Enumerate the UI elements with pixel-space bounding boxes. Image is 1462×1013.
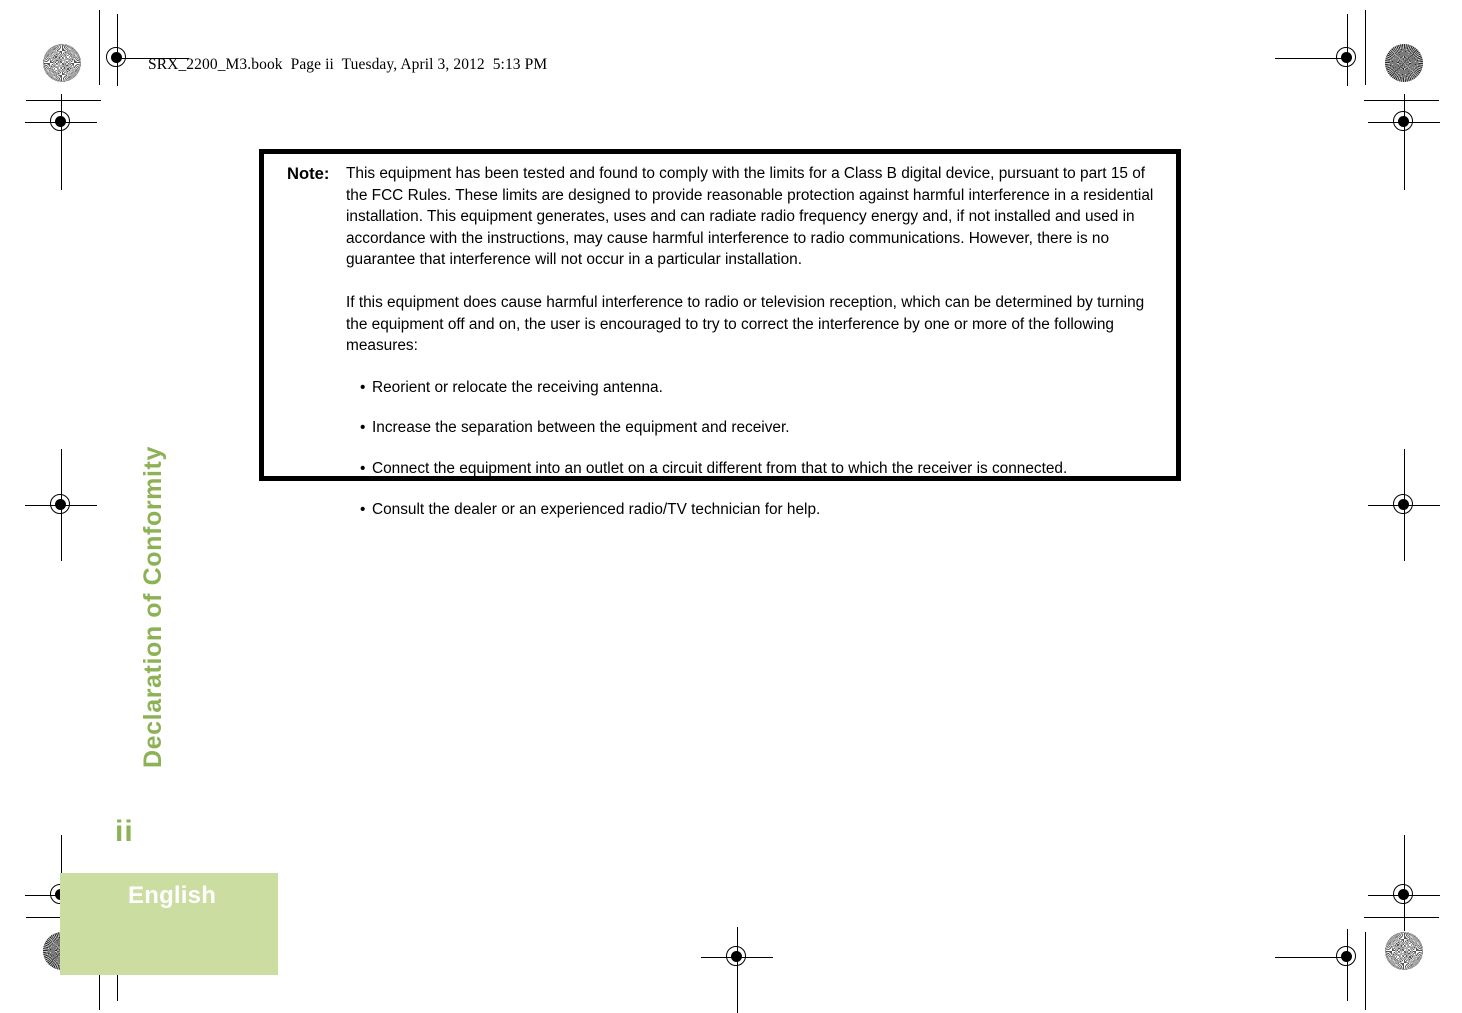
- registration-rosette-top-left: [43, 44, 81, 82]
- trim-line-right-vertical-bottom: [1365, 932, 1366, 1010]
- trim-line-bottom-right-horizontal: [1364, 917, 1439, 918]
- registration-rosette-bottom-right: [1385, 932, 1423, 970]
- trim-line-bottom-center-vertical: [737, 978, 738, 1013]
- list-item: • Consult the dealer or an experienced r…: [360, 499, 1162, 521]
- list-item: • Connect the equipment into an outlet o…: [360, 458, 1162, 480]
- bullet-icon: •: [360, 459, 366, 477]
- bullet-icon: •: [360, 378, 366, 396]
- page-number: ii: [115, 815, 134, 848]
- fcc-remedy-list: • Reorient or relocate the receiving ant…: [287, 377, 1162, 520]
- list-item: • Reorient or relocate the receiving ant…: [360, 377, 1162, 399]
- note-label: Note:: [287, 164, 330, 183]
- list-item-text: Consult the dealer or an experienced rad…: [372, 500, 821, 518]
- printed-page: SRX_2200_M3.book Page ii Tuesday, April …: [0, 0, 1462, 1013]
- book-slug-line: SRX_2200_M3.book Page ii Tuesday, April …: [148, 56, 548, 73]
- fcc-note-box: Note: This equipment has been tested and…: [259, 149, 1181, 518]
- list-item: • Increase the separation between the eq…: [360, 417, 1162, 439]
- trim-line-right-vertical: [1365, 10, 1366, 85]
- chapter-side-title: Declaration of Conformity: [139, 446, 167, 768]
- bullet-icon: •: [360, 500, 366, 518]
- registration-rosette-top-right: [1385, 44, 1423, 82]
- fcc-note-content: Note: This equipment has been tested and…: [264, 154, 1176, 520]
- trim-line-left-vertical: [99, 10, 100, 85]
- language-label: English: [128, 882, 217, 909]
- fcc-note-paragraph-2: If this equipment does cause harmful int…: [346, 293, 1145, 355]
- trim-line-top-left-horizontal: [26, 100, 101, 101]
- fcc-note-paragraph-1-wrapper: Note: This equipment has been tested and…: [287, 163, 1162, 271]
- bullet-icon: •: [360, 419, 366, 437]
- list-item-text: Connect the equipment into an outlet on …: [372, 459, 1068, 477]
- list-item-text: Increase the separation between the equi…: [372, 419, 790, 437]
- trim-line-top-right-horizontal: [1364, 100, 1439, 101]
- list-item-text: Reorient or relocate the receiving anten…: [372, 378, 663, 396]
- fcc-note-paragraph-1: This equipment has been tested and found…: [346, 165, 1154, 269]
